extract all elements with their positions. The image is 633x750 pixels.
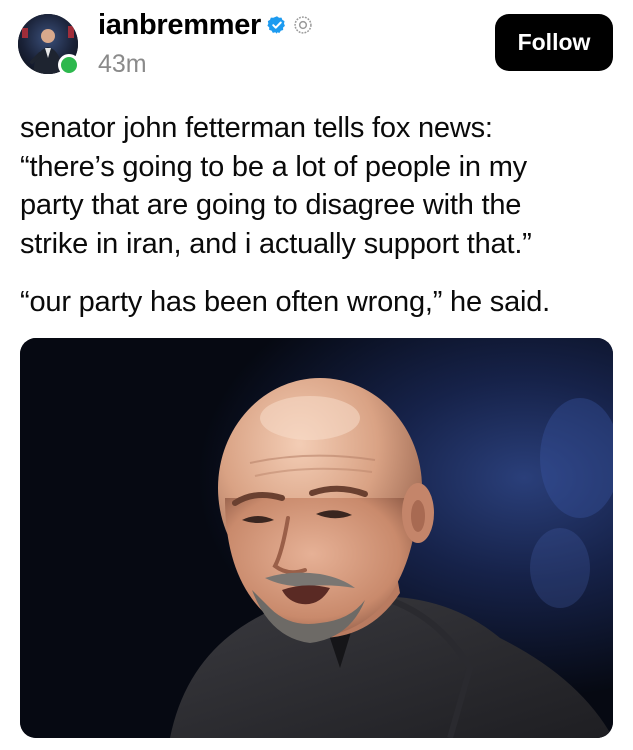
verified-badge-icon bbox=[267, 15, 287, 35]
threads-icon bbox=[293, 15, 313, 35]
author-avatar-container[interactable] bbox=[18, 14, 80, 76]
online-status-dot bbox=[58, 54, 80, 76]
post-text-paragraph-1: senator john fetterman tells fox news: “… bbox=[20, 112, 532, 260]
follow-button[interactable]: Follow bbox=[495, 14, 613, 71]
author-username[interactable]: ianbremmer bbox=[98, 9, 261, 42]
post-photo[interactable] bbox=[20, 338, 613, 738]
post-timestamp: 43m bbox=[98, 50, 147, 78]
threads-post: ianbremmer 43m Follow senator john fette… bbox=[0, 0, 633, 750]
author-row: ianbremmer bbox=[98, 6, 313, 44]
post-text-paragraph-2: “our party has been often wrong,” he sai… bbox=[20, 286, 551, 318]
photo-of-bald-man bbox=[20, 338, 613, 738]
